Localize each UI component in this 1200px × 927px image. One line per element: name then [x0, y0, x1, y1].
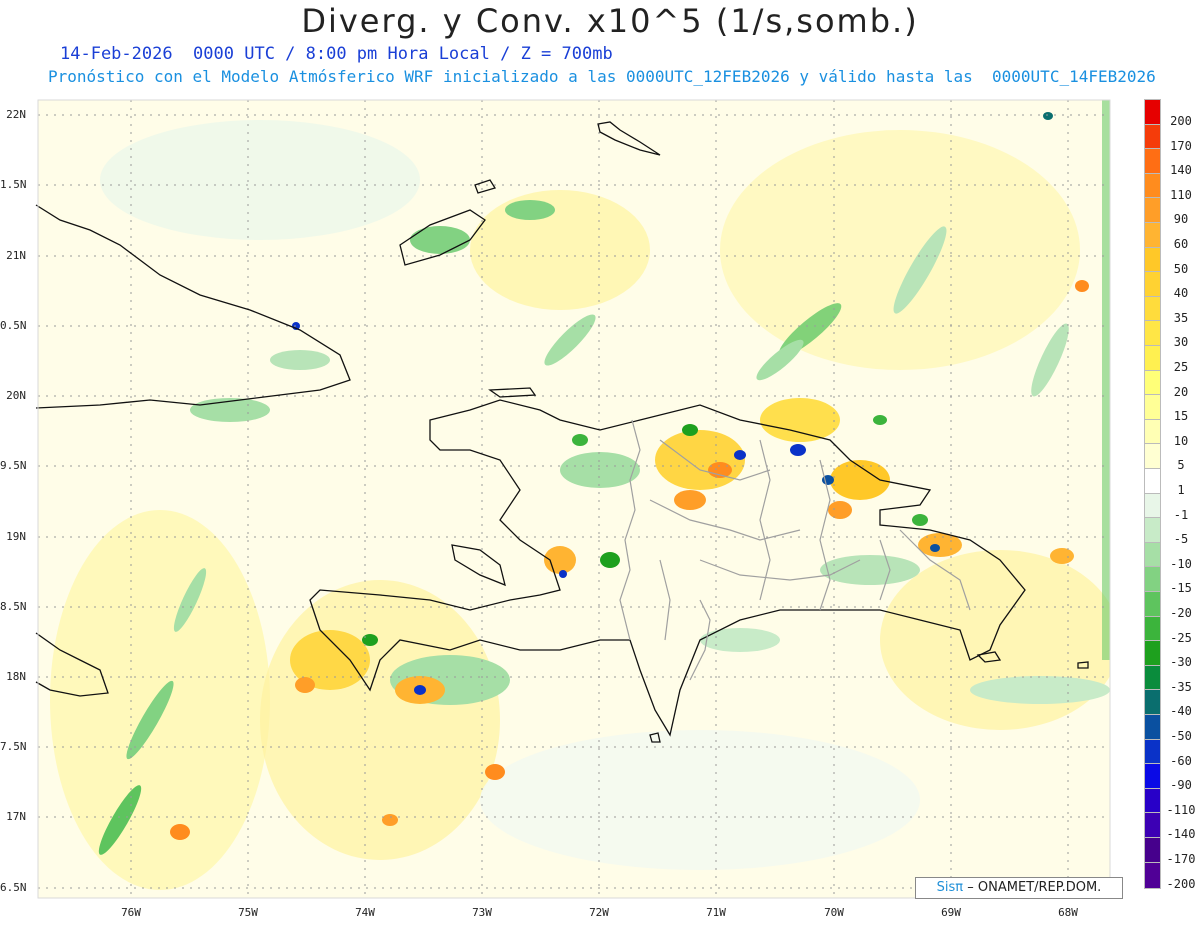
divergence-map — [35, 99, 1111, 899]
colorbar-swatch — [1144, 246, 1161, 274]
colorbar-swatch — [1144, 664, 1161, 692]
colorbar-label: 20 — [1173, 384, 1189, 399]
colorbar-label: -170 — [1166, 852, 1196, 866]
colorbar-label: -30 — [1170, 655, 1192, 670]
colorbar-label: -5 — [1173, 532, 1189, 547]
colorbar-label: -200 — [1166, 876, 1196, 891]
colorbar-swatch — [1144, 320, 1161, 348]
colorbar-label: 1 — [1177, 483, 1185, 497]
lon-label: 73W — [472, 906, 492, 919]
lon-label: 68W — [1058, 906, 1078, 919]
colorbar-swatch — [1144, 148, 1161, 176]
colorbar-swatch — [1144, 467, 1161, 496]
colorbar-swatch — [1144, 98, 1161, 127]
lat-label: 19N — [6, 530, 26, 543]
colorbar-label: 90 — [1173, 212, 1189, 227]
field-layer — [38, 100, 1110, 898]
colorbar-swatch — [1144, 738, 1161, 766]
colorbar-label: 40 — [1173, 286, 1189, 301]
colorbar-swatch — [1144, 713, 1161, 742]
lat-label: 0.5N — [0, 319, 27, 332]
colorbar-label: -20 — [1170, 606, 1192, 620]
colorbar-swatch — [1144, 689, 1161, 717]
colorbar-label: 170 — [1170, 138, 1192, 153]
lon-label: 69W — [941, 906, 961, 919]
lat-label: 18N — [6, 670, 26, 683]
colorbar-label: 50 — [1173, 261, 1189, 276]
colorbar-label: 200 — [1170, 114, 1192, 128]
sispi-logo: Sisπ — [936, 880, 964, 895]
colorbar-label: 25 — [1173, 360, 1189, 374]
colorbar-label: -35 — [1170, 679, 1192, 694]
colorbar-label: 35 — [1173, 310, 1189, 325]
colorbar-swatch — [1144, 394, 1161, 422]
colorbar-swatch — [1144, 615, 1161, 643]
lat-label: 22N — [6, 108, 26, 121]
colorbar-swatch — [1144, 590, 1161, 619]
colorbar-label: 30 — [1173, 335, 1189, 350]
colorbar-swatch — [1144, 640, 1161, 668]
lat-label: 1.5N — [0, 178, 27, 191]
colorbar-swatch — [1144, 492, 1161, 520]
lon-label: 76W — [121, 906, 141, 919]
credit-box: Sisπ – ONAMET/REP.DOM. — [915, 877, 1123, 899]
lon-label: 70W — [824, 906, 844, 919]
colorbar-label: -1 — [1173, 507, 1189, 522]
colorbar-swatch — [1144, 836, 1161, 865]
colorbar-label: 10 — [1173, 433, 1189, 448]
colorbar-label: -25 — [1170, 630, 1192, 645]
lon-label: 71W — [706, 906, 726, 919]
colorbar-label: 5 — [1177, 458, 1185, 473]
colorbar-label: -40 — [1170, 704, 1192, 719]
colorbar-swatch — [1144, 861, 1161, 889]
lat-label: 9.5N — [0, 459, 27, 472]
colorbar-label: 15 — [1173, 409, 1189, 424]
lat-label: 21N — [6, 249, 26, 262]
colorbar-swatch — [1144, 443, 1161, 471]
lat-label: 7.5N — [0, 740, 27, 753]
colorbar-swatch — [1144, 344, 1161, 373]
colorbar-swatch — [1144, 812, 1161, 840]
colorbar-swatch — [1144, 123, 1161, 151]
colorbar-label: -110 — [1166, 802, 1196, 817]
colorbar-swatch — [1144, 221, 1161, 250]
lon-label: 72W — [589, 906, 609, 919]
colorbar-swatch — [1144, 763, 1161, 791]
colorbar-label: -90 — [1170, 778, 1192, 793]
colorbar-swatch — [1144, 369, 1161, 397]
lat-label: 17N — [6, 810, 26, 823]
colorbar-swatch — [1144, 271, 1161, 299]
colorbar-label: -60 — [1170, 753, 1192, 768]
colorbar-swatch — [1144, 566, 1161, 594]
colorbar-swatch — [1144, 517, 1161, 545]
colorbar-label: -140 — [1166, 827, 1196, 842]
lat-label: 8.5N — [0, 600, 27, 613]
colorbar-swatch — [1144, 418, 1161, 446]
colorbar-label: 140 — [1170, 163, 1192, 178]
colorbar-label: 60 — [1173, 237, 1189, 251]
colorbar-swatch — [1144, 172, 1161, 200]
colorbar-swatch — [1144, 295, 1161, 323]
colorbar-swatch — [1144, 541, 1161, 569]
colorbar-label: -50 — [1170, 729, 1192, 743]
colorbar-label: -15 — [1170, 581, 1192, 596]
credit-text: – ONAMET/REP.DOM. — [967, 880, 1102, 895]
colorbar-swatch — [1144, 787, 1161, 815]
colorbar-label: -10 — [1170, 556, 1192, 571]
lon-label: 74W — [355, 906, 375, 919]
colorbar-swatch — [1144, 197, 1161, 225]
lon-label: 75W — [238, 906, 258, 919]
lat-label: 20N — [6, 389, 26, 402]
lat-label: 6.5N — [0, 881, 27, 894]
colorbar-label: 110 — [1170, 187, 1192, 202]
